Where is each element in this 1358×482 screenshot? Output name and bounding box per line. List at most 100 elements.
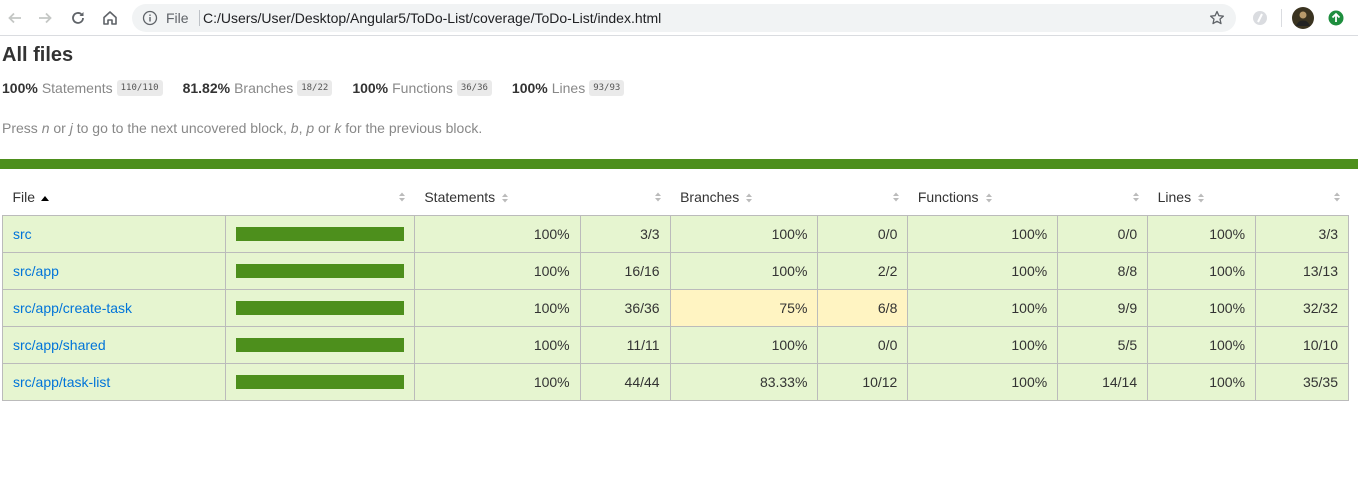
update-icon[interactable] bbox=[1325, 7, 1347, 29]
functions-percent: 100% bbox=[907, 325, 1059, 364]
statements-percent: 100% bbox=[413, 251, 581, 290]
table-row: src/app/create-task 100% 36/36 75% 6/8 100% 9/… bbox=[2, 288, 1349, 327]
hint-key: b bbox=[290, 120, 299, 136]
file-link[interactable]: src/app/task-list bbox=[13, 374, 110, 390]
home-icon[interactable] bbox=[98, 6, 122, 30]
sort-icon[interactable] bbox=[1333, 191, 1341, 203]
statements-fraction: 11/11 bbox=[579, 325, 671, 364]
summary-item: 100% Lines 93/93 bbox=[511, 80, 625, 96]
summary-percent: 81.82% bbox=[182, 80, 231, 96]
summary-percent: 100% bbox=[352, 80, 389, 96]
branches-percent: 100% bbox=[669, 325, 819, 364]
coverage-table: File Statements Branches Functions Lines… bbox=[2, 179, 1349, 401]
lines-percent: 100% bbox=[1147, 214, 1257, 253]
statements-percent: 100% bbox=[413, 325, 581, 364]
column-header-lines[interactable]: Lines bbox=[1148, 179, 1349, 215]
summary-label: Statements bbox=[41, 80, 113, 96]
sort-icon[interactable] bbox=[1132, 191, 1140, 203]
file-cell: src/app/task-list bbox=[2, 362, 226, 401]
coverage-bar bbox=[235, 337, 404, 352]
branches-percent: 75% bbox=[669, 288, 819, 327]
star-icon[interactable] bbox=[1208, 9, 1226, 27]
reload-icon[interactable] bbox=[66, 6, 90, 30]
column-header-label: Branches bbox=[680, 188, 740, 205]
summary-label: Functions bbox=[392, 80, 453, 96]
file-cell: src/app bbox=[2, 251, 226, 290]
coverage-bar-cell bbox=[224, 251, 415, 290]
sort-icon bbox=[502, 193, 509, 203]
toolbar-divider bbox=[1281, 9, 1282, 27]
file-link[interactable]: src/app/shared bbox=[13, 337, 106, 353]
coverage-bar-cell bbox=[224, 214, 415, 253]
file-link[interactable]: src bbox=[13, 226, 32, 242]
functions-percent: 100% bbox=[907, 251, 1059, 290]
table-row: src 100% 3/3 100% 0/0 100% 0/0 100% 3/3 bbox=[2, 214, 1349, 253]
column-header-label: Statements bbox=[424, 188, 496, 205]
table-row: src/app/shared 100% 11/11 100% 0/0 100% 5/5 100… bbox=[2, 325, 1349, 364]
branches-fraction: 0/0 bbox=[817, 325, 909, 364]
file-cell: src bbox=[2, 214, 226, 253]
functions-fraction: 9/9 bbox=[1057, 288, 1149, 327]
summary-fraction: 18/22 bbox=[297, 80, 333, 96]
hint-key: p bbox=[306, 120, 315, 136]
coverage-bar bbox=[235, 374, 404, 389]
summary-item: 100% Statements 110/110 bbox=[2, 80, 163, 96]
functions-percent: 100% bbox=[907, 214, 1059, 253]
column-header-label: Functions bbox=[917, 188, 979, 205]
coverage-bar bbox=[235, 263, 404, 278]
branches-fraction: 0/0 bbox=[817, 214, 909, 253]
extension-icon[interactable] bbox=[1249, 7, 1271, 29]
functions-fraction: 8/8 bbox=[1057, 251, 1149, 290]
lines-percent: 100% bbox=[1147, 325, 1257, 364]
statements-fraction: 3/3 bbox=[579, 214, 671, 253]
lines-percent: 100% bbox=[1147, 251, 1257, 290]
column-header-branches[interactable]: Branches bbox=[670, 179, 908, 215]
branches-percent: 100% bbox=[669, 251, 819, 290]
info-icon[interactable] bbox=[142, 10, 158, 26]
hint-text: or bbox=[49, 120, 70, 136]
hint-text: to go to the next uncovered block, bbox=[72, 120, 291, 136]
sort-icon[interactable] bbox=[654, 191, 662, 203]
summary-label: Lines bbox=[551, 80, 586, 96]
url-text[interactable]: C:/Users/User/Desktop/Angular5/ToDo-List… bbox=[203, 10, 661, 26]
branches-fraction: 10/12 bbox=[817, 362, 909, 401]
coverage-bar bbox=[235, 300, 404, 315]
column-header-file[interactable]: File bbox=[3, 179, 415, 215]
statements-percent: 100% bbox=[413, 288, 581, 327]
lines-percent: 100% bbox=[1147, 288, 1257, 327]
keyboard-hint: Press n or j to go to the next uncovered… bbox=[2, 120, 482, 136]
coverage-bar-cell bbox=[224, 288, 415, 327]
coverage-bar-cell bbox=[224, 325, 415, 364]
sort-ascending-icon bbox=[41, 195, 50, 201]
hint-text: or bbox=[314, 120, 335, 136]
sort-icon[interactable] bbox=[892, 191, 900, 203]
back-icon[interactable] bbox=[3, 6, 27, 30]
summary-item: 100% Functions 36/36 bbox=[352, 80, 492, 96]
column-header-label: Lines bbox=[1157, 188, 1192, 205]
sort-icon[interactable] bbox=[398, 191, 406, 203]
avatar[interactable] bbox=[1292, 7, 1314, 29]
column-header-statements[interactable]: Statements bbox=[414, 179, 670, 215]
statements-percent: 100% bbox=[413, 214, 581, 253]
forward-icon[interactable] bbox=[33, 6, 57, 30]
table-row: src/app 100% 16/16 100% 2/2 100% 8/8 100% 13/13 bbox=[2, 251, 1349, 290]
column-header-label: File bbox=[12, 188, 36, 205]
statements-fraction: 36/36 bbox=[579, 288, 671, 327]
file-link[interactable]: src/app/create-task bbox=[13, 300, 132, 316]
browser-toolbar: File C:/Users/User/Desktop/Angular5/ToDo… bbox=[0, 0, 1358, 36]
table-row: src/app/task-list 100% 44/44 83.33% 10/12 100… bbox=[2, 362, 1349, 401]
hint-text: Press bbox=[2, 120, 42, 136]
lines-fraction: 10/10 bbox=[1255, 325, 1349, 364]
address-bar[interactable]: File C:/Users/User/Desktop/Angular5/ToDo… bbox=[132, 4, 1236, 32]
file-link[interactable]: src/app bbox=[13, 263, 59, 279]
summary-label: Branches bbox=[234, 80, 294, 96]
summary-item: 81.82% Branches 18/22 bbox=[183, 80, 333, 96]
functions-percent: 100% bbox=[907, 288, 1059, 327]
column-header-functions[interactable]: Functions bbox=[908, 179, 1148, 215]
summary-fraction: 36/36 bbox=[456, 80, 492, 96]
coverage-bar bbox=[235, 226, 404, 241]
summary-fraction: 110/110 bbox=[116, 80, 163, 96]
branches-fraction: 2/2 bbox=[817, 251, 909, 290]
summary-percent: 100% bbox=[511, 80, 548, 96]
table-header-row: File Statements Branches Functions Lines bbox=[3, 179, 1349, 215]
